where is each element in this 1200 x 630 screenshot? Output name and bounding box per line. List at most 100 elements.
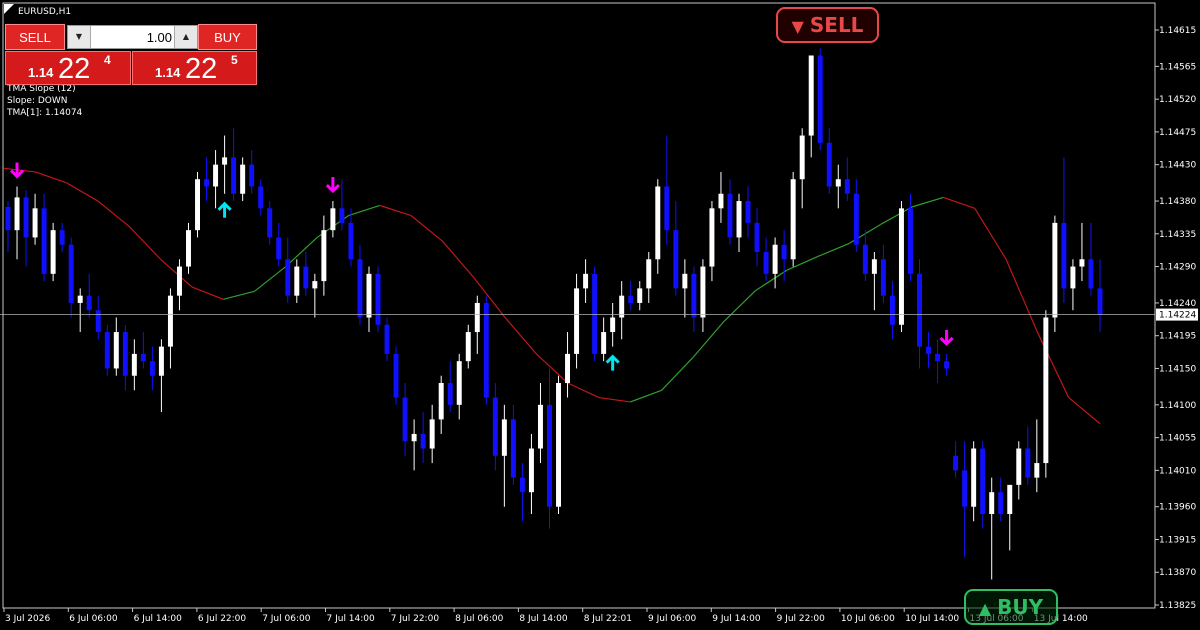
time-tick-label: 6 Jul 14:00 <box>134 614 183 624</box>
signal-arrows <box>9 162 954 371</box>
candle-body <box>59 230 65 245</box>
arrow-up-icon <box>605 354 620 371</box>
price-tick-label: 1.14055 <box>1159 434 1196 444</box>
candle-body <box>880 259 886 296</box>
tma-segment <box>410 215 443 242</box>
candle-body <box>1034 463 1040 478</box>
buy-price-point: 5 <box>231 53 238 67</box>
price-tick-label: 1.13960 <box>1159 503 1196 513</box>
candle-body <box>1079 259 1085 267</box>
tma-segment <box>755 269 788 292</box>
candle-body <box>1043 317 1049 464</box>
candle-body <box>844 179 850 194</box>
buy-price-pips: 22 <box>185 53 218 85</box>
candle-body <box>222 157 228 165</box>
candle-body <box>754 222 760 252</box>
candle-body <box>113 332 119 369</box>
candle-body <box>628 295 634 303</box>
candle-body <box>357 259 363 318</box>
candle-body <box>808 55 814 136</box>
candle-body <box>709 208 715 267</box>
time-tick-label: 8 Jul 06:00 <box>455 614 504 624</box>
candle-body <box>853 193 859 245</box>
price-tick-label: 1.13915 <box>1159 535 1196 545</box>
time-tick-label: 9 Jul 14:00 <box>712 614 761 624</box>
tma-segment <box>880 206 913 225</box>
tma-segment <box>661 357 694 391</box>
tma-segment <box>191 286 224 300</box>
candle-body <box>736 201 742 238</box>
candle-body <box>790 179 796 260</box>
candle-body <box>231 157 237 194</box>
candle-body <box>871 259 877 274</box>
buy-button[interactable]: BUY <box>198 24 257 50</box>
candle-body <box>574 288 580 354</box>
candle-body <box>213 164 219 187</box>
price-chart[interactable]: 1.146151.145651.145201.144751.144301.143… <box>0 0 1200 630</box>
tma-segment <box>66 182 99 202</box>
candle-body <box>718 193 724 209</box>
candle-body <box>583 273 589 289</box>
time-tick-label: 7 Jul 06:00 <box>262 614 311 624</box>
candle-body <box>41 208 47 274</box>
candle-body <box>510 419 516 478</box>
sell-price-prefix: 1.14 <box>28 65 54 80</box>
time-tick-label: 3 Jul 2026 <box>5 614 50 624</box>
candle-body <box>1007 484 1013 515</box>
candle-body <box>140 353 146 362</box>
chart-corner-icon <box>4 4 14 14</box>
lot-increase-icon[interactable]: ▲ <box>174 26 197 48</box>
arrow-down-icon <box>325 177 340 194</box>
candle-body <box>195 179 201 231</box>
candle-body <box>862 244 868 274</box>
candle-body <box>447 383 453 405</box>
tma-segment <box>504 317 537 355</box>
candle-body <box>935 353 941 362</box>
tma-segment <box>3 167 36 173</box>
candle-body <box>664 186 670 231</box>
candle-body <box>592 273 598 354</box>
lot-size-input[interactable] <box>92 27 172 47</box>
lot-decrease-icon[interactable]: ▼ <box>68 26 91 48</box>
candle-body <box>610 317 616 333</box>
candle-body <box>565 353 571 384</box>
candle-body <box>5 206 11 231</box>
candle-body <box>384 324 390 354</box>
price-tick-label: 1.13825 <box>1159 601 1196 611</box>
candle-body <box>483 302 489 398</box>
candle-body <box>944 361 950 369</box>
tma-segment <box>285 236 318 267</box>
price-tick-label: 1.14565 <box>1159 62 1196 72</box>
candle-body <box>348 222 354 260</box>
candle-body <box>131 353 137 376</box>
time-tick-label: 6 Jul 06:00 <box>69 614 118 624</box>
candle-body <box>1070 266 1076 289</box>
tma-segment <box>723 290 756 322</box>
tma-segment <box>97 200 130 227</box>
sell-price-button[interactable]: 1.14 22 4 <box>5 51 131 85</box>
buy-signal-label: BUY <box>997 595 1044 619</box>
candle-body <box>962 470 968 507</box>
candle-body <box>826 142 832 187</box>
sell-button[interactable]: SELL <box>5 24 65 50</box>
candle-body <box>519 477 525 493</box>
candle-body <box>330 208 336 231</box>
candle-body <box>1016 448 1022 485</box>
sell-signal-badge[interactable]: ▼ SELL <box>776 7 879 43</box>
buy-price-button[interactable]: 1.14 22 5 <box>132 51 257 85</box>
tma-segment <box>379 204 412 217</box>
candle-body <box>691 273 697 318</box>
tma-segment <box>943 196 975 209</box>
candle-body <box>537 404 543 449</box>
candle-body <box>258 186 264 209</box>
candle-body <box>366 273 372 318</box>
candle-body <box>1052 222 1058 318</box>
candle-body <box>167 295 173 347</box>
candle-body <box>700 266 706 318</box>
buy-signal-badge[interactable]: ▲ BUY <box>964 589 1058 625</box>
candle-body <box>646 259 652 289</box>
indicator-tma-value: TMA[1]: 1.14074 <box>6 108 83 118</box>
tma-segment <box>817 242 850 257</box>
price-tick-label: 1.14010 <box>1159 466 1196 476</box>
tma-segment <box>1068 397 1101 425</box>
